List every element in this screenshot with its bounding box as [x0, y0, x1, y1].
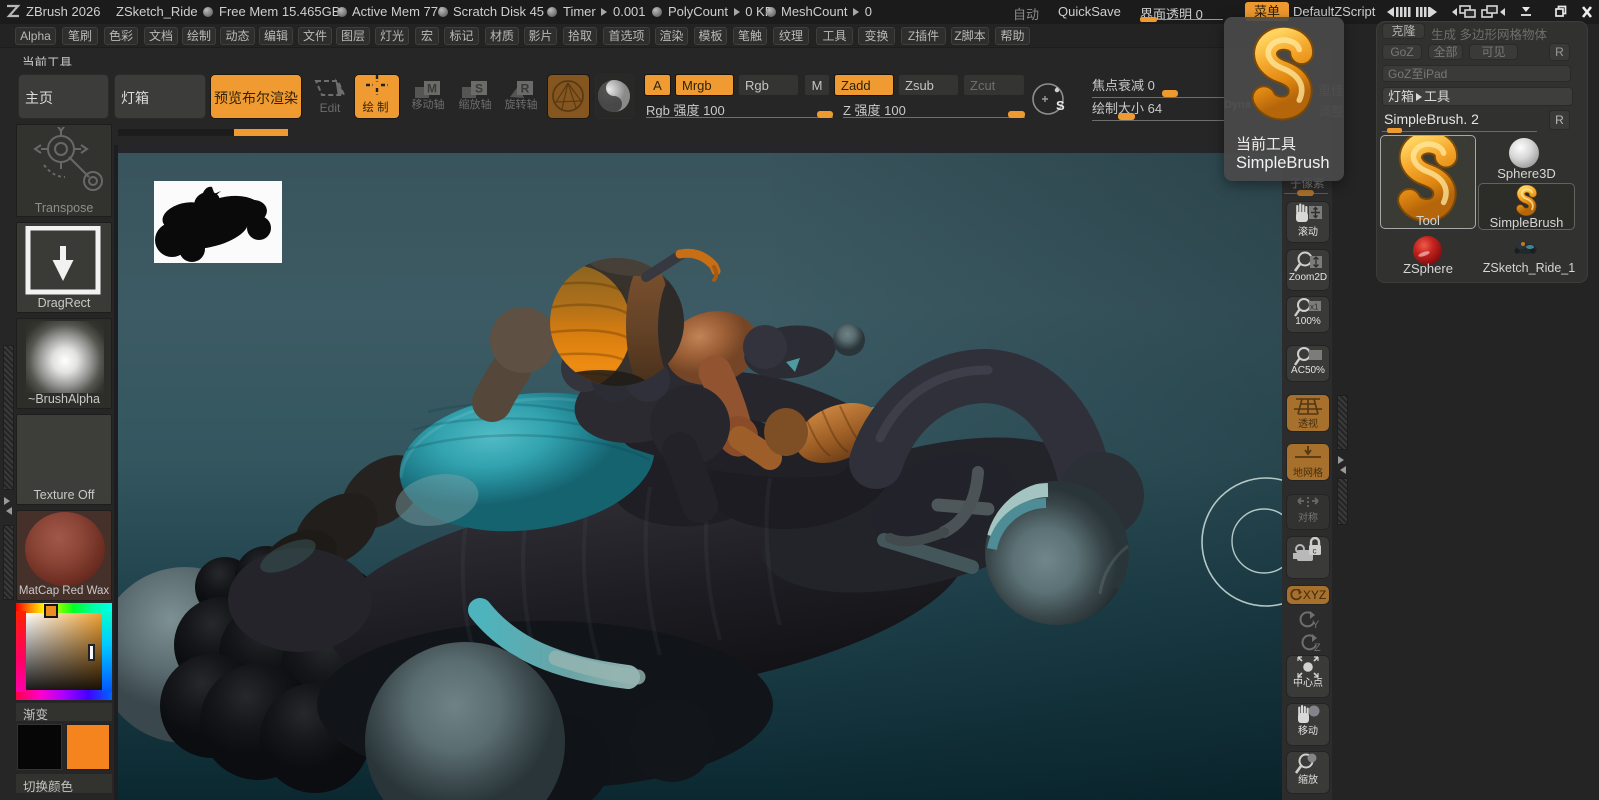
svg-text:c: c — [1313, 547, 1317, 556]
svg-text:R: R — [521, 82, 530, 96]
svg-text:Y: Y — [1312, 619, 1320, 631]
svg-text:S: S — [475, 82, 483, 96]
svg-text:x1: x1 — [1310, 303, 1319, 312]
svg-text:Z: Z — [1314, 642, 1321, 654]
svg-text:M: M — [427, 82, 437, 96]
svg-text:S: S — [1056, 98, 1065, 113]
